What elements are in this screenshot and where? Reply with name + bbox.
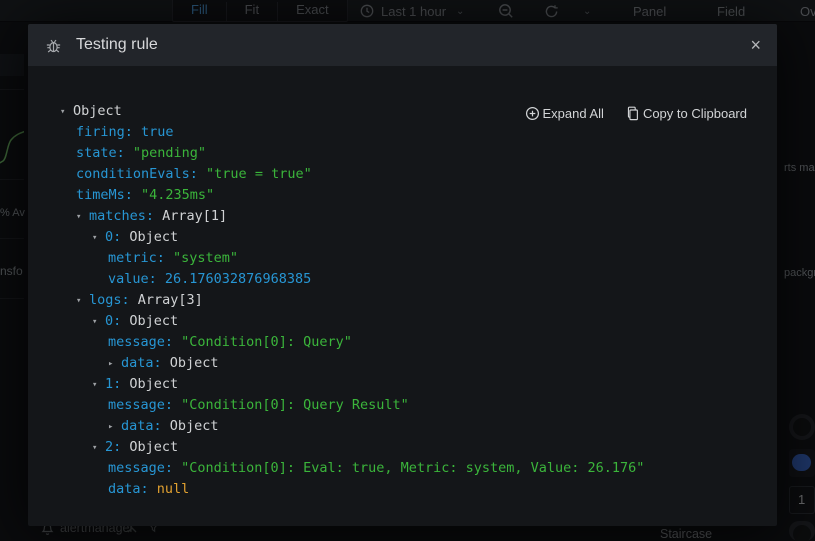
json-tree-row: data: null (28, 479, 777, 500)
json-value: "4.235ms" (141, 187, 214, 203)
collapse-toggle-icon[interactable]: ▾ (60, 102, 73, 123)
modal-header: Testing rule × (28, 24, 777, 66)
json-value: Object (170, 355, 219, 371)
json-tree: ▾Objectfiring: truestate: "pending"condi… (28, 101, 777, 500)
json-key: 0: (105, 313, 129, 329)
expand-toggle-icon[interactable]: ▸ (108, 354, 121, 375)
json-value: Object (129, 313, 178, 329)
json-key: logs: (89, 292, 138, 308)
screen: Fill Fit Exact Last 1 hour ⌄ (0, 0, 815, 541)
json-key: message: (108, 334, 181, 350)
json-tree-row: firing: true (28, 122, 777, 143)
json-key: timeMs: (76, 187, 141, 203)
copy-to-clipboard-label: Copy to Clipboard (643, 106, 747, 121)
copy-icon (626, 106, 640, 121)
json-value: null (157, 481, 190, 497)
collapse-toggle-icon[interactable]: ▾ (76, 291, 89, 312)
json-tree-row[interactable]: ▾0: Object (28, 311, 777, 332)
json-tree-row: message: "Condition[0]: Query" (28, 332, 777, 353)
json-value: "true = true" (206, 166, 312, 182)
collapse-toggle-icon[interactable]: ▾ (92, 375, 105, 396)
json-value: Array[3] (138, 292, 203, 308)
modal-body: Expand All Copy to Clipboard ▾Objectfiri… (28, 66, 777, 526)
json-tree-row: message: "Condition[0]: Eval: true, Metr… (28, 458, 777, 479)
json-value: "pending" (133, 145, 206, 161)
expand-all-button[interactable]: Expand All (525, 106, 604, 121)
copy-to-clipboard-button[interactable]: Copy to Clipboard (626, 106, 747, 121)
json-tree-row[interactable]: ▾0: Object (28, 227, 777, 248)
json-key: firing: (76, 124, 141, 140)
json-tree-row[interactable]: ▸data: Object (28, 353, 777, 374)
json-value: 26.176032876968385 (165, 271, 311, 287)
json-tree-row[interactable]: ▾logs: Array[3] (28, 290, 777, 311)
json-key: message: (108, 397, 181, 413)
json-key: 2: (105, 439, 129, 455)
json-tree-row: message: "Condition[0]: Query Result" (28, 395, 777, 416)
json-key: state: (76, 145, 133, 161)
json-value: Object (129, 229, 178, 245)
json-value: "Condition[0]: Query Result" (181, 397, 409, 413)
json-tree-row: value: 26.176032876968385 (28, 269, 777, 290)
modal-title: Testing rule (76, 36, 158, 54)
json-key: data: (108, 481, 157, 497)
json-key: value: (108, 271, 165, 287)
testing-rule-modal: Testing rule × Expand All (28, 24, 777, 526)
tree-actions: Expand All Copy to Clipboard (525, 106, 748, 121)
collapse-toggle-icon[interactable]: ▾ (92, 438, 105, 459)
json-key: 1: (105, 376, 129, 392)
json-tree-row: timeMs: "4.235ms" (28, 185, 777, 206)
json-key: 0: (105, 229, 129, 245)
json-key: data: (121, 418, 170, 434)
json-value: Object (170, 418, 219, 434)
json-value: "system" (173, 250, 238, 266)
json-value: "Condition[0]: Eval: true, Metric: syste… (181, 460, 644, 476)
collapse-toggle-icon[interactable]: ▾ (92, 228, 105, 249)
json-tree-row: conditionEvals: "true = true" (28, 164, 777, 185)
json-key: matches: (89, 208, 162, 224)
bug-icon (44, 36, 63, 55)
circle-plus-icon (525, 106, 540, 121)
json-tree-row[interactable]: ▾matches: Array[1] (28, 206, 777, 227)
json-tree-row[interactable]: ▾2: Object (28, 437, 777, 458)
json-value: Array[1] (162, 208, 227, 224)
json-key: message: (108, 460, 181, 476)
json-value: Object (73, 103, 122, 119)
json-tree-row[interactable]: ▾1: Object (28, 374, 777, 395)
json-key: metric: (108, 250, 173, 266)
json-tree-row: state: "pending" (28, 143, 777, 164)
json-value: true (141, 124, 174, 140)
json-tree-row: metric: "system" (28, 248, 777, 269)
json-value: "Condition[0]: Query" (181, 334, 352, 350)
close-icon[interactable]: × (750, 34, 761, 56)
expand-all-label: Expand All (543, 106, 604, 121)
json-value: Object (129, 376, 178, 392)
expand-toggle-icon[interactable]: ▸ (108, 417, 121, 438)
json-tree-row[interactable]: ▸data: Object (28, 416, 777, 437)
json-value: Object (129, 439, 178, 455)
collapse-toggle-icon[interactable]: ▾ (76, 207, 89, 228)
collapse-toggle-icon[interactable]: ▾ (92, 312, 105, 333)
json-key: conditionEvals: (76, 166, 206, 182)
json-key: data: (121, 355, 170, 371)
